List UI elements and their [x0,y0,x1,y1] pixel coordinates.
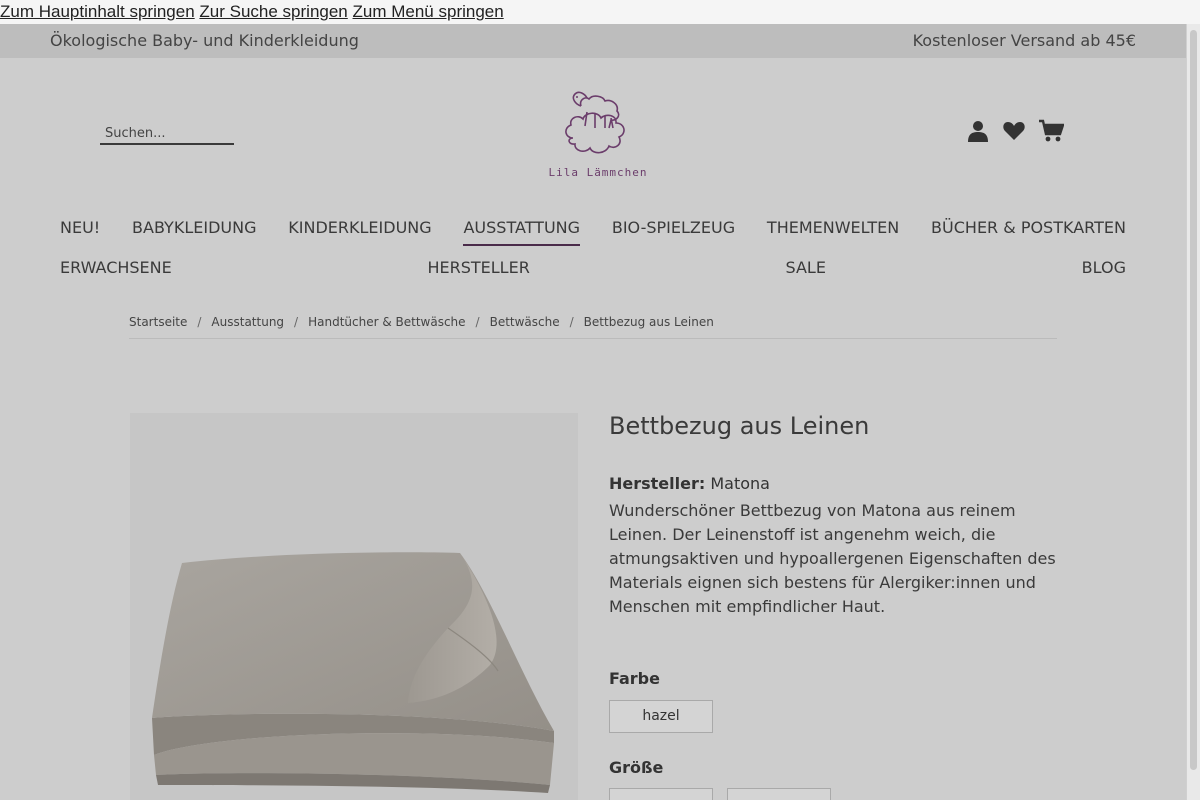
shipping-info: Kostenloser Versand ab 45€ [912,31,1136,50]
breadcrumb-current[interactable]: Bettbezug aus Leinen [584,315,714,329]
skip-links: Zum Hauptinhalt springen Zur Suche sprin… [0,0,504,24]
folded-linen-image [152,552,554,793]
nav-item-buecher-postkarten[interactable]: BÜCHER & POSTKARTEN [931,217,1126,246]
vertical-scrollbar[interactable] [1186,24,1200,800]
skip-to-menu-link[interactable]: Zum Menü springen [353,2,504,21]
product-info: Bettbezug aus Leinen Hersteller: Matona … [609,411,1069,800]
logo[interactable]: Lila Lämmchen [543,88,653,180]
nav-item-themenwelten[interactable]: THEMENWELTEN [767,217,899,246]
search-field[interactable] [100,122,234,145]
breadcrumb-separator: / [569,315,574,329]
heart-icon[interactable] [1002,119,1026,143]
logo-text: Lila Lämmchen [548,166,648,179]
nav-item-erwachsene[interactable]: ERWACHSENE [60,257,172,284]
breadcrumb-separator: / [294,315,299,329]
search-input[interactable] [100,123,234,144]
size-label: Größe [609,758,664,777]
nav-item-blog[interactable]: BLOG [1082,257,1126,284]
product-description: Wunderschöner Bettbezug von Matona aus r… [609,501,1056,616]
color-label: Farbe [609,669,660,688]
nav-item-sale[interactable]: SALE [786,257,826,284]
nav-item-babykleidung[interactable]: BABYKLEIDUNG [132,217,256,246]
scrollbar-thumb[interactable] [1190,30,1197,770]
color-option-hazel[interactable]: hazel [609,700,713,733]
top-info-bar: Ökologische Baby- und Kinderkleidung Kos… [0,24,1186,58]
breadcrumb: Startseite / Ausstattung / Handtücher & … [129,315,1057,339]
size-option[interactable] [727,788,831,800]
page-content: Lila Lämmchen NEU! BABYKLEIDUNG KINDERKL… [0,58,1186,800]
nav-item-ausstattung[interactable]: AUSSTATTUNG [463,217,581,246]
breadcrumb-item[interactable]: Bettwäsche [490,315,560,329]
nav-item-hersteller[interactable]: HERSTELLER [427,257,529,284]
header-actions [966,119,1065,143]
user-icon[interactable] [966,119,990,143]
manufacturer-link[interactable]: Matona [710,474,770,493]
breadcrumb-item[interactable]: Handtücher & Bettwäsche [308,315,465,329]
breadcrumb-separator: / [475,315,480,329]
product-manufacturer: Hersteller: Matona [609,474,1069,493]
product-image[interactable] [130,413,578,800]
nav-item-bio-spielzeug[interactable]: BIO-SPIELZEUG [612,217,735,246]
size-option[interactable] [609,788,713,800]
cart-icon[interactable] [1038,119,1065,143]
nav-item-neu[interactable]: NEU! [60,217,100,246]
manufacturer-label: Hersteller: [609,474,706,493]
nav-row-1: NEU! BABYKLEIDUNG KINDERKLEIDUNG AUSSTAT… [60,217,1126,246]
product-title: Bettbezug aus Leinen [609,412,870,440]
nav-item-kinderkleidung[interactable]: KINDERKLEIDUNG [288,217,431,246]
skip-to-main-link[interactable]: Zum Hauptinhalt springen [0,2,195,21]
breadcrumb-item[interactable]: Startseite [129,315,187,329]
size-options [609,788,831,800]
skip-to-search-link[interactable]: Zur Suche springen [199,2,347,21]
nav-row-2: ERWACHSENE HERSTELLER SALE BLOG [60,257,1126,284]
breadcrumb-separator: / [197,315,202,329]
lamb-logo-icon [565,91,625,154]
breadcrumb-item[interactable]: Ausstattung [211,315,284,329]
tagline: Ökologische Baby- und Kinderkleidung [50,31,359,50]
